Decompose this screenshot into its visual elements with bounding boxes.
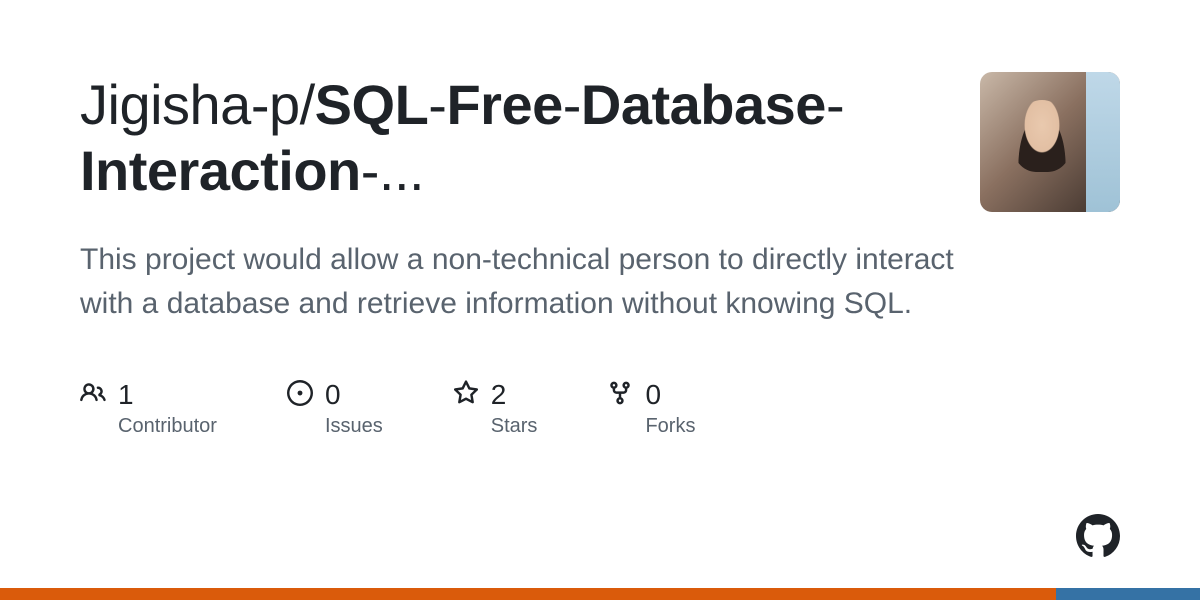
issues-label: Issues — [325, 415, 383, 438]
repo-title: Jigisha-p/SQL-Free-Database-Interaction-… — [80, 72, 930, 204]
language-segment — [1056, 588, 1200, 600]
stars-count: 2 — [491, 379, 507, 411]
stat-stars[interactable]: 2 Stars — [453, 379, 538, 438]
header-row: Jigisha-p/SQL-Free-Database-Interaction-… — [80, 72, 1120, 212]
contributors-label: Contributor — [118, 415, 217, 438]
repo-name-truncation: -... — [361, 139, 424, 202]
stat-issues[interactable]: 0 Issues — [287, 379, 383, 438]
repo-forked-icon — [607, 380, 633, 411]
stat-contributors[interactable]: 1 Contributor — [80, 379, 217, 438]
language-bar — [0, 588, 1200, 600]
issue-opened-icon — [287, 380, 313, 411]
stats-row: 1 Contributor 0 Issues 2 Stars — [80, 379, 1120, 438]
repo-owner[interactable]: Jigisha-p — [80, 73, 300, 136]
title-wrap: Jigisha-p/SQL-Free-Database-Interaction-… — [80, 72, 930, 204]
star-icon — [453, 380, 479, 411]
repo-description: This project would allow a non-technical… — [80, 238, 980, 325]
owner-avatar[interactable] — [980, 72, 1120, 212]
forks-count: 0 — [645, 379, 661, 411]
issues-count: 0 — [325, 379, 341, 411]
contributors-count: 1 — [118, 379, 134, 411]
stars-label: Stars — [491, 415, 538, 438]
stat-forks[interactable]: 0 Forks — [607, 379, 695, 438]
forks-label: Forks — [645, 415, 695, 438]
github-mark-icon[interactable] — [1076, 514, 1120, 558]
people-icon — [80, 380, 106, 411]
repo-social-card: Jigisha-p/SQL-Free-Database-Interaction-… — [0, 0, 1200, 600]
language-segment — [0, 588, 1056, 600]
owner-repo-separator: / — [300, 73, 315, 136]
